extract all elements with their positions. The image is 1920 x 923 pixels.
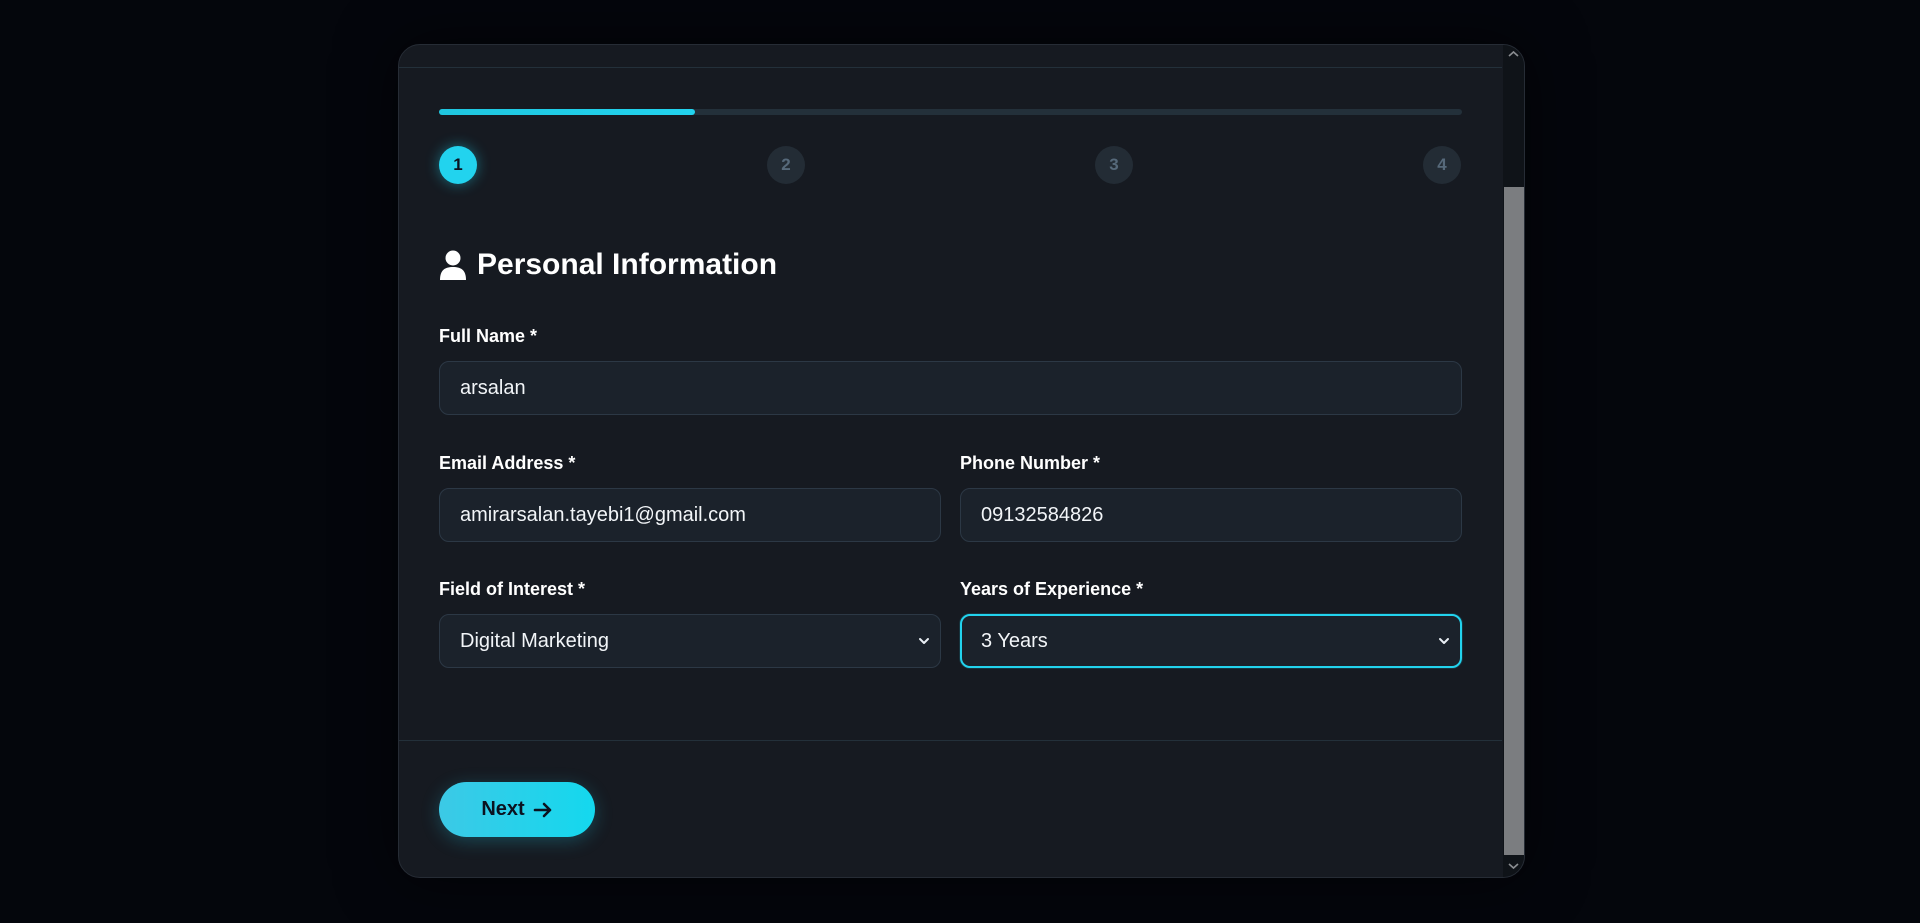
years-experience-select[interactable]: 3 Years	[960, 614, 1462, 668]
section-heading: Personal Information	[439, 248, 777, 282]
application-modal: 1 2 3 4 Personal Information Full Name *…	[398, 44, 1525, 878]
field-of-interest-label: Field of Interest *	[439, 579, 586, 599]
progress-fill	[439, 109, 695, 115]
next-button-label: Next	[481, 798, 525, 820]
years-experience-label: Years of Experience *	[960, 579, 1144, 599]
email-input[interactable]: amirarsalan.tayebi1@gmail.com	[439, 488, 941, 542]
chevron-down-icon	[919, 638, 929, 644]
scroll-down-arrow-icon[interactable]	[1507, 861, 1520, 871]
step-indicator-3: 3	[1095, 146, 1133, 184]
progress-track	[439, 109, 1462, 115]
header-divider	[399, 67, 1502, 68]
step-indicator-2: 2	[767, 146, 805, 184]
years-experience-value: 3 Years	[981, 629, 1048, 652]
full-name-input[interactable]: arsalan	[439, 361, 1462, 415]
scrollbar-thumb[interactable]	[1504, 187, 1524, 855]
full-name-label: Full Name *	[439, 326, 538, 346]
scroll-up-arrow-icon[interactable]	[1507, 49, 1520, 59]
section-title: Personal Information	[477, 248, 778, 281]
step-indicator-1: 1	[439, 146, 477, 184]
user-icon	[440, 250, 466, 280]
field-of-interest-value: Digital Marketing	[460, 629, 609, 652]
phone-label: Phone Number *	[960, 453, 1101, 473]
step-indicator-4: 4	[1423, 146, 1461, 184]
arrow-right-icon	[533, 802, 551, 817]
email-label: Email Address *	[439, 453, 576, 473]
field-of-interest-select[interactable]: Digital Marketing	[439, 614, 941, 668]
footer-divider	[399, 740, 1502, 741]
chevron-down-icon	[1439, 638, 1449, 644]
vertical-scrollbar[interactable]	[1503, 45, 1524, 877]
phone-input[interactable]: 09132584826	[960, 488, 1462, 542]
next-button[interactable]: Next	[439, 782, 595, 837]
